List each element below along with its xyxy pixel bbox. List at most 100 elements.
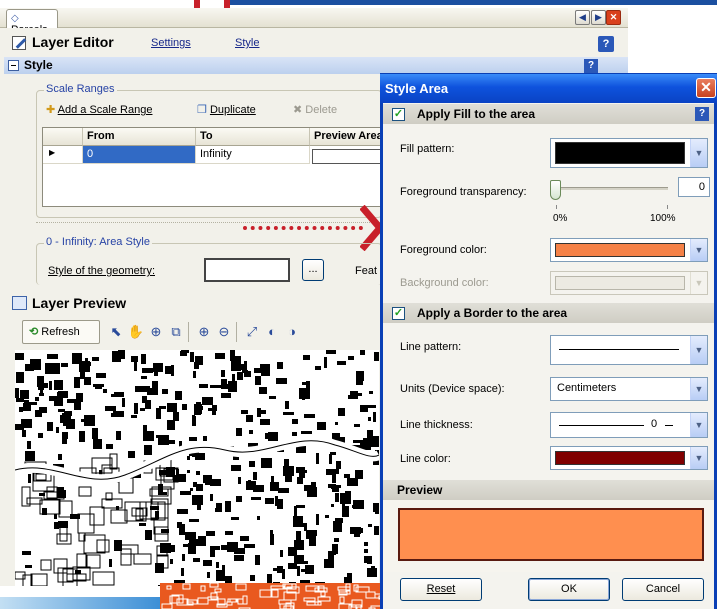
style-section-label: Style — [24, 58, 53, 72]
layer-editor-title: Layer Editor — [32, 34, 114, 50]
chevron-down-icon: ▼ — [690, 272, 707, 294]
top-blue-bar — [228, 0, 717, 5]
geometry-style-swatch[interactable] — [204, 258, 290, 282]
line-pattern-label: Line pattern: — [400, 341, 461, 353]
bottom-blue-strip — [0, 597, 160, 609]
bg-color-select[interactable]: ▼ — [550, 271, 708, 295]
apply-fill-checkbox[interactable]: ✓ — [392, 108, 405, 121]
fill-pattern-select[interactable]: ▼ — [550, 138, 708, 168]
style-section-header[interactable]: Style — [4, 57, 628, 74]
layer-preview-title: Layer Preview — [32, 295, 127, 311]
select-icon[interactable]: ⬉ — [106, 322, 126, 342]
close-tab-button[interactable]: ✕ — [606, 10, 621, 25]
prev-tab-button[interactable]: ◀ — [575, 10, 590, 25]
row-selector[interactable]: ▶ — [43, 146, 83, 164]
column-preview-area[interactable]: Preview Area — [310, 128, 383, 146]
preview-section-header: Preview — [383, 480, 714, 500]
slider-ticks — [556, 205, 668, 209]
fill-preview-swatch — [398, 508, 704, 561]
units-text: Units (Device space): — [400, 383, 505, 395]
fg-transparency-text: Foreground transparency: — [400, 186, 527, 198]
line-thickness-swatch — [559, 425, 644, 426]
zoom-in-icon[interactable]: ⊕ — [194, 322, 214, 342]
cell-from[interactable]: 0 — [83, 146, 196, 164]
delete-label: Delete — [305, 104, 338, 116]
feature-label: Feat — [355, 265, 378, 277]
zoom-next-icon[interactable]: ◑ — [282, 322, 302, 342]
parcel-map-graphic — [15, 350, 379, 586]
fg-color-select[interactable]: ▼ — [550, 238, 708, 262]
zoom-extents-icon[interactable]: ⤢ — [242, 322, 262, 342]
units-label: Units (Device space): — [400, 383, 505, 395]
refresh-icon: ⟲ — [29, 326, 39, 338]
chevron-down-icon: ▼ — [690, 413, 707, 437]
chevron-down-icon: ▼ — [690, 447, 707, 469]
line-color-text: Line color: — [400, 453, 451, 465]
scale-range-grid: From To Preview Area ▶ 0 Infinity — [42, 127, 383, 207]
edit-pencil-icon — [12, 36, 27, 50]
transparency-slider-thumb[interactable] — [550, 180, 561, 200]
toolbar-separator — [188, 322, 189, 342]
units-select[interactable]: Centimeters ▼ — [550, 377, 708, 401]
add-scale-range-label: Add a Scale Range — [57, 104, 153, 116]
reset-button[interactable]: Reset — [400, 578, 482, 601]
zoom-out-icon[interactable]: ⊖ — [214, 322, 234, 342]
cancel-label: Cancel — [645, 583, 681, 595]
column-from[interactable]: From — [83, 128, 196, 146]
style-help-icon[interactable]: ? — [584, 59, 598, 73]
slider-max-label: 100% — [650, 213, 676, 224]
line-pattern-select[interactable]: ▼ — [550, 335, 708, 365]
help-icon[interactable]: ? — [598, 36, 614, 52]
line-pattern-text: Line pattern: — [400, 341, 462, 353]
cancel-button[interactable]: Cancel — [622, 578, 704, 601]
cell-preview-swatch[interactable] — [312, 149, 382, 164]
preview-section-label: Preview — [397, 483, 443, 497]
parcel-map-preview[interactable] — [15, 350, 379, 586]
chevron-left-icon: ◀ — [579, 12, 586, 22]
collapse-icon[interactable] — [8, 60, 19, 71]
zoom-window-icon[interactable]: ⧉ — [166, 322, 186, 342]
settings-link[interactable]: Settings — [151, 37, 191, 49]
style-link[interactable]: Style — [235, 37, 259, 49]
geometry-style-ellipsis-button[interactable]: ... — [302, 259, 324, 281]
dialog-close-button[interactable]: ✕ — [696, 78, 716, 98]
refresh-button[interactable]: ⟲ Refresh — [22, 320, 100, 344]
apply-border-checkbox[interactable]: ✓ — [392, 307, 405, 320]
units-value: Centimeters — [557, 382, 617, 394]
fill-pattern-text: Fill pattern: — [400, 143, 455, 155]
transparency-value-input[interactable]: 0 — [678, 177, 710, 197]
duplicate-button[interactable]: ❐ Duplicate — [197, 103, 256, 116]
line-thickness-value: 0 — [651, 418, 658, 430]
pan-icon[interactable]: ✋ — [126, 322, 146, 342]
line-thickness-label: Line thickness: — [400, 419, 473, 431]
fg-transparency-label: Foreground transparency: — [400, 186, 527, 198]
ok-button[interactable]: OK — [528, 578, 610, 601]
cell-to[interactable]: Infinity — [196, 146, 310, 164]
reset-label: Reset — [426, 583, 456, 595]
fg-color-text: Foreground color: — [400, 244, 487, 256]
add-scale-range-button[interactable]: ✚ Add a Scale Range — [46, 103, 152, 116]
line-thickness-text: Line thickness: — [400, 419, 473, 431]
area-style-legend: 0 - Infinity: Area Style — [44, 236, 152, 248]
slider-min-label: 0% — [553, 213, 568, 224]
zoom-in-plus-icon[interactable]: ⊕ — [146, 322, 166, 342]
refresh-label: Refresh — [41, 326, 80, 338]
line-color-select[interactable]: ▼ — [550, 446, 708, 470]
layer-preview-icon — [12, 296, 27, 310]
fill-section-header: Apply Fill to the area — [383, 104, 714, 124]
next-tab-button[interactable]: ▶ — [591, 10, 606, 25]
chevron-right-icon: ▶ — [595, 12, 602, 22]
tab-parcels[interactable]: ◇ Parcels — [6, 9, 58, 36]
delete-button[interactable]: ✖ Delete — [293, 103, 337, 116]
line-thickness-select[interactable]: 0 ▼ — [550, 412, 708, 438]
eye-icon: ◇ — [11, 13, 19, 24]
fill-pattern-swatch — [555, 142, 685, 164]
column-to[interactable]: To — [196, 128, 310, 146]
chevron-down-icon: ▼ — [690, 139, 707, 167]
callout-arrow-line — [243, 226, 363, 230]
transparency-slider-track[interactable] — [556, 187, 668, 190]
tab-bar — [0, 8, 628, 28]
zoom-previous-icon[interactable]: ◐ — [262, 322, 282, 342]
fill-pattern-label: Fill pattern: — [400, 143, 454, 155]
dialog-help-icon[interactable]: ? — [695, 107, 709, 121]
